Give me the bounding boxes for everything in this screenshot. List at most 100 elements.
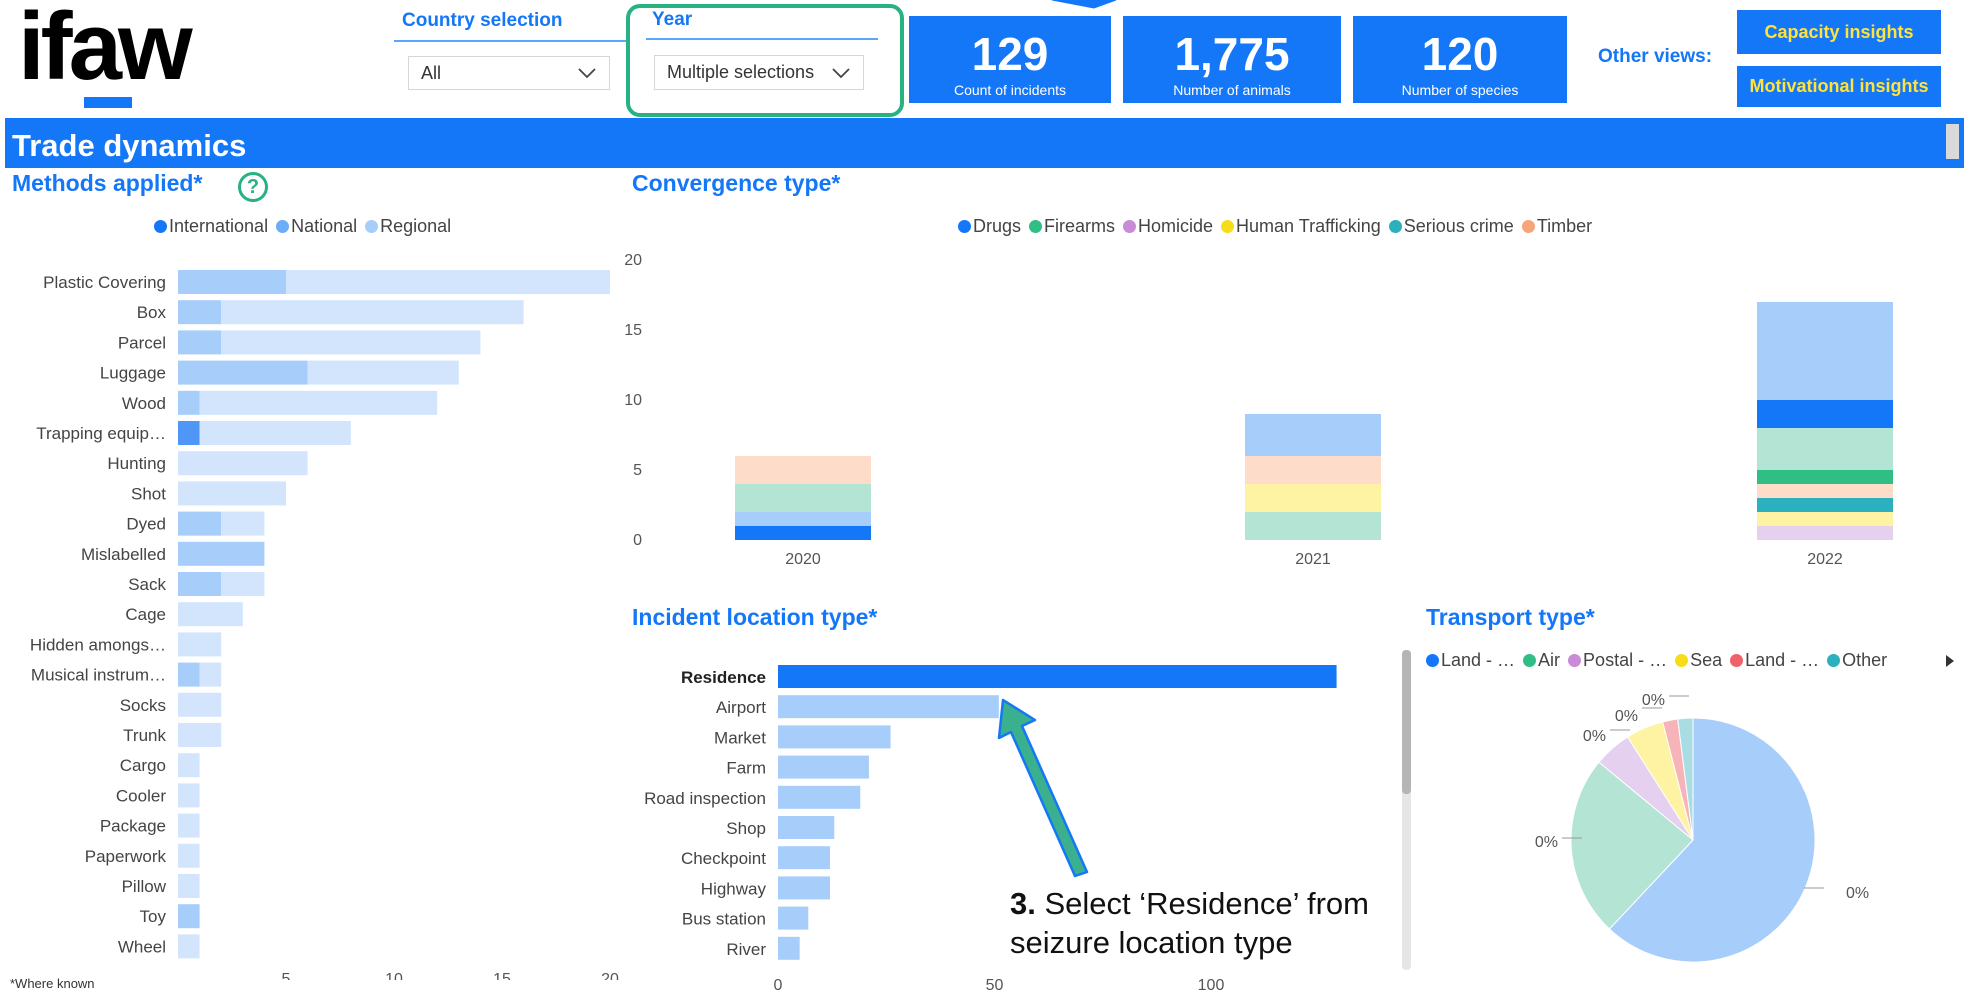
ifaw-logo: ifaw xyxy=(18,0,193,100)
country-dropdown-value: All xyxy=(421,62,442,83)
method-bar-regional xyxy=(178,692,222,717)
method-bar-national xyxy=(178,360,308,385)
legend-air: Air xyxy=(1538,650,1561,670)
method-bar-national xyxy=(178,330,222,355)
location-bar xyxy=(778,755,869,779)
transport-title: Transport type* xyxy=(1426,604,1595,630)
help-icon[interactable]: ? xyxy=(238,172,268,202)
method-label: Shot xyxy=(131,484,166,503)
conv-y-tick: 5 xyxy=(633,462,642,479)
arrow-fragment-icon xyxy=(1051,0,1117,9)
conv-bar-segment xyxy=(735,512,871,526)
legend-homicide: Homicide xyxy=(1138,216,1214,236)
legend-timber: Timber xyxy=(1536,216,1593,236)
kpi-incidents-label: Count of incidents xyxy=(953,82,1067,98)
method-label: Wood xyxy=(122,394,166,413)
method-bar-regional xyxy=(178,813,200,838)
location-label: Residence xyxy=(681,668,766,687)
callout-arrow-icon xyxy=(997,698,1089,878)
legend-dot xyxy=(1221,220,1235,233)
other-views-label: Other views: xyxy=(1598,46,1713,67)
method-label: Trunk xyxy=(123,726,166,745)
conv-bar-segment xyxy=(1757,498,1893,512)
conv-bar-segment xyxy=(1245,484,1381,512)
legend-dot xyxy=(1521,220,1535,233)
methods-legend: International National Regional xyxy=(154,216,455,237)
methods-x-tick: 5 xyxy=(282,971,291,980)
callout-text: 3. Select ‘Residence’ from seizure locat… xyxy=(1010,884,1369,962)
kpi-species: 120 Number of species xyxy=(1353,16,1567,103)
conv-bar-segment xyxy=(1757,470,1893,484)
conv-chart-svg: 051015202020 2021 2022 xyxy=(624,252,1893,568)
legend-international: International xyxy=(169,216,269,236)
methods-chart-svg: Plastic Covering Box Parcel Luggage Wood Trap… xyxy=(30,270,619,988)
method-label: Pillow xyxy=(122,877,167,896)
conv-y-tick: 0 xyxy=(633,532,642,549)
method-bar-regional xyxy=(221,572,265,596)
location-title: Incident location type* xyxy=(632,604,878,630)
method-bar-regional xyxy=(178,632,222,657)
pie-pct-label: 0% xyxy=(1642,692,1665,709)
location-bar xyxy=(778,725,891,749)
location-x-tick: 100 xyxy=(1198,977,1225,993)
methods-x-tick: 15 xyxy=(493,971,511,980)
kpi-incidents-value: 129 xyxy=(971,28,1049,80)
method-bar-regional xyxy=(178,451,308,476)
method-bar-regional xyxy=(199,662,222,687)
methods-chart: Plastic Covering Box Parcel Luggage Wood Trap… xyxy=(0,260,620,988)
conv-bar-segment xyxy=(1757,302,1893,400)
motivational-insights-button[interactable]: Motivational insights xyxy=(1737,66,1941,107)
conv-bar-segment xyxy=(1245,414,1381,456)
legend-other: Other xyxy=(1842,650,1888,670)
banner-scrollbar[interactable] xyxy=(1946,124,1959,159)
legend-national: National xyxy=(291,216,358,236)
conv-bar-segment xyxy=(1757,512,1893,526)
location-label: Highway xyxy=(701,879,767,898)
method-bar-national xyxy=(178,541,265,566)
conv-bar-segment xyxy=(1757,428,1893,470)
legend-dot xyxy=(365,220,379,233)
legend-dot xyxy=(154,220,167,233)
conv-bar-segment xyxy=(1757,400,1893,428)
method-label: Musical instrum… xyxy=(31,666,166,685)
method-bar-regional xyxy=(221,511,265,536)
location-bar xyxy=(778,906,809,930)
pie-pct-label: 0% xyxy=(1535,834,1558,851)
kpi-animals-value: 1,775 xyxy=(1174,28,1290,80)
location-label: Road inspection xyxy=(644,789,766,808)
conv-y-tick: 10 xyxy=(624,392,642,409)
method-label: Mislabelled xyxy=(81,545,166,564)
method-bar-regional xyxy=(307,360,459,385)
location-bar xyxy=(778,816,835,839)
method-label: Cargo xyxy=(120,756,166,775)
legend-dot xyxy=(1827,654,1841,667)
method-bar-national xyxy=(178,270,286,294)
legend-dot xyxy=(1523,654,1537,667)
conv-bar-segment xyxy=(1757,484,1893,498)
convergence-chart: 0 5 10 15 20 2020 2021 2022 xyxy=(620,245,1960,575)
year-filter-highlight xyxy=(626,4,904,117)
location-scrollbar-thumb[interactable] xyxy=(1402,650,1411,794)
method-label: Cooler xyxy=(116,786,166,805)
transport-legend: Land - … Air Postal - … Sea Land - … Oth… xyxy=(1426,650,1891,671)
pie-pct-label: 0% xyxy=(1846,885,1869,902)
legend-dot xyxy=(276,220,290,233)
conv-x-label: 2020 xyxy=(785,551,821,568)
method-bar-regional xyxy=(178,481,286,506)
method-label: Dyed xyxy=(126,515,166,534)
pie-pct-label: 0% xyxy=(1583,728,1606,745)
method-bar-national xyxy=(178,572,222,596)
footnote: *Where known xyxy=(10,976,95,991)
location-label: Market xyxy=(714,728,766,747)
legend-dot xyxy=(1388,220,1402,233)
capacity-insights-button[interactable]: Capacity insights xyxy=(1737,10,1941,54)
legend-land-2: Land - … xyxy=(1745,650,1820,670)
location-bar xyxy=(778,665,1337,688)
method-label: Package xyxy=(100,817,166,836)
legend-next-icon[interactable] xyxy=(1944,654,1956,668)
method-bar-regional xyxy=(178,602,243,627)
transport-pie-chart: 0% 0% 0% 0% 0% xyxy=(1420,690,1969,993)
method-label: Sack xyxy=(128,575,166,594)
country-dropdown[interactable]: All xyxy=(408,56,610,90)
method-bar-national xyxy=(178,662,200,687)
